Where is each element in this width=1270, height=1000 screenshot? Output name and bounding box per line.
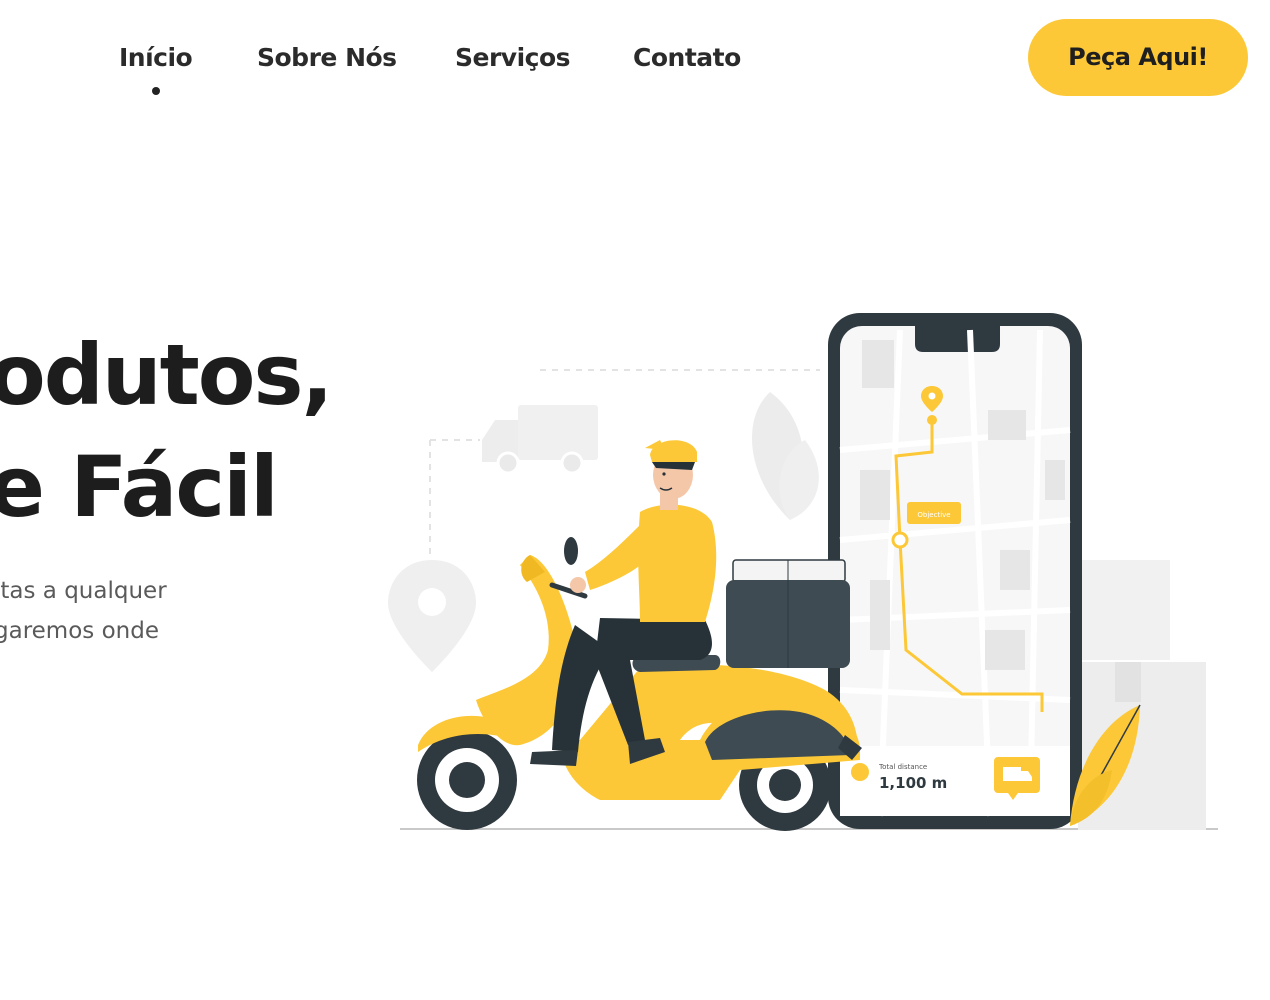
nav-item-sobre-nos[interactable]: Sobre Nós bbox=[257, 38, 397, 78]
nav-item-inicio[interactable]: Início bbox=[119, 38, 193, 78]
map-pin-icon bbox=[388, 560, 476, 672]
hero-title-line-1: odutos, bbox=[0, 326, 333, 424]
hero-text-line-2: garemos onde bbox=[0, 618, 159, 644]
nav-item-servicos[interactable]: Serviços bbox=[455, 38, 571, 78]
truck-icon bbox=[482, 405, 598, 475]
phone-icon: Objective Total distance 1,100 m bbox=[828, 313, 1082, 829]
hero-text-line-1: itas a qualquer bbox=[0, 578, 167, 604]
order-button[interactable]: Peça Aqui! bbox=[1028, 19, 1248, 96]
distance-value: 1,100 m bbox=[879, 774, 947, 792]
objective-label: Objective bbox=[917, 511, 950, 519]
hero-title-line-2: e Fácil bbox=[0, 438, 279, 536]
active-nav-indicator bbox=[152, 87, 160, 95]
delivery-illustration: Objective Total distance 1,100 m bbox=[388, 313, 1218, 831]
distance-caption: Total distance bbox=[878, 763, 927, 771]
leaf-icon-grey bbox=[751, 392, 819, 520]
nav-item-contato[interactable]: Contato bbox=[633, 38, 741, 78]
landing-page: Início Sobre Nós Serviços Contato Peça A… bbox=[0, 0, 1270, 1000]
